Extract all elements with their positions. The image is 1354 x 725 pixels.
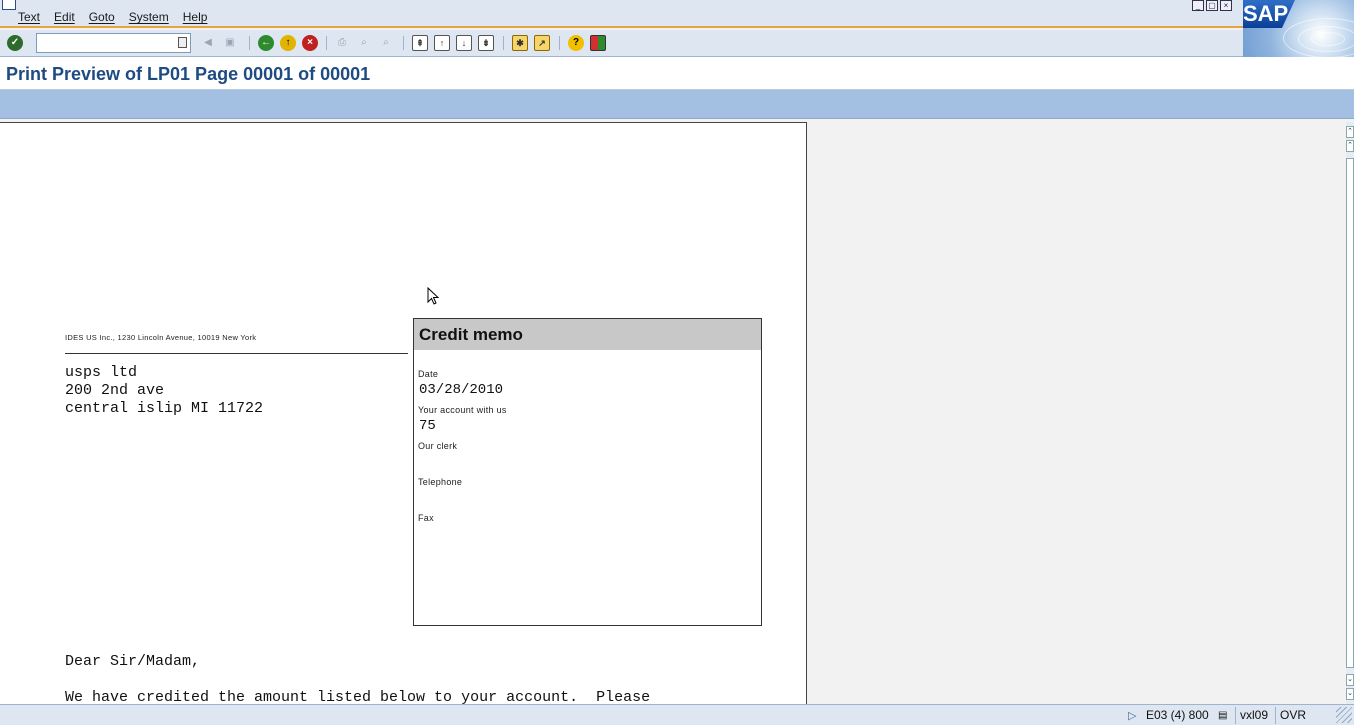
address-line-2: 200 2nd ave [65, 382, 165, 399]
first-page-icon[interactable]: ⇞ [412, 35, 428, 51]
minimize-icon[interactable]: _ [1192, 0, 1204, 11]
scroll-thumb[interactable] [1346, 158, 1354, 668]
sender-divider [65, 353, 408, 354]
menu: Text Edit Goto System Help [18, 10, 207, 24]
sap-logo-text: SAP [1243, 0, 1295, 28]
back-icon[interactable]: ← [258, 35, 274, 51]
address-line-3: central islip MI 11722 [65, 400, 264, 417]
menu-item-edit[interactable]: Edit [54, 10, 75, 24]
create-session-icon[interactable]: ✱ [512, 35, 528, 51]
enter-check-icon[interactable]: ✓ [7, 35, 23, 51]
app-menu-icon[interactable] [2, 0, 16, 10]
title-bar: Print Preview of LP01 Page 00001 of 0000… [0, 57, 1354, 90]
credit-memo-title: Credit memo [414, 319, 761, 350]
server-name: vxl09 [1235, 707, 1275, 724]
scroll-up-icon[interactable]: ⌃ [1346, 140, 1354, 152]
sender-line: IDES US Inc., 1230 Lincoln Avenue, 10019… [65, 333, 257, 342]
salutation: Dear Sir/Madam, [65, 653, 201, 670]
credit-memo-box: Credit memo Date 03/28/2010 Your account… [413, 318, 762, 626]
print-preview-page: IDES US Inc., 1230 Lincoln Avenue, 10019… [0, 122, 807, 704]
command-field[interactable] [36, 33, 191, 53]
system-toolbar: ✓ ◀ ▣ ← ↑ × ⎙ ⌕ ⌕ ⇞ ↑ ↓ ⇟ ✱ ↗ ? [0, 30, 1243, 57]
system-info[interactable]: E03 (4) 800 [1142, 707, 1214, 724]
scroll-down-icon[interactable]: ⌄ [1346, 674, 1354, 686]
telephone-label: Telephone [418, 477, 463, 487]
date-value: 03/28/2010 [419, 382, 504, 398]
previous-page-icon[interactable]: ↑ [434, 35, 450, 51]
system-info-list-icon[interactable]: ▤ [1214, 707, 1234, 724]
help-icon[interactable]: ? [568, 35, 584, 51]
address-line-1: usps ltd [65, 364, 138, 381]
window-controls: _ ▢ × [1192, 0, 1232, 11]
resize-grip[interactable] [1336, 707, 1352, 723]
scroll-bottom-icon[interactable]: ⌄ [1346, 688, 1354, 700]
page-title: Print Preview of LP01 Page 00001 of 0000… [6, 64, 371, 84]
menu-bar: Text Edit Goto System Help _ ▢ × [0, 0, 1354, 28]
save-icon[interactable]: ▣ [222, 35, 238, 51]
vertical-scrollbar[interactable]: ⌃ ⌃ ⌄ ⌄ [1346, 122, 1354, 704]
date-label: Date [418, 369, 439, 379]
command-history-icon[interactable] [178, 37, 187, 48]
preview-area: IDES US Inc., 1230 Lincoln Avenue, 10019… [0, 122, 1346, 704]
mouse-cursor-icon [427, 287, 440, 305]
close-icon[interactable]: × [1220, 0, 1232, 11]
fax-label: Fax [418, 513, 434, 523]
clerk-label: Our clerk [418, 441, 458, 451]
find-next-icon[interactable]: ⌕ [378, 35, 394, 51]
scroll-top-icon[interactable]: ⌃ [1346, 126, 1354, 138]
menu-item-system[interactable]: System [129, 10, 169, 24]
menu-item-help[interactable]: Help [183, 10, 208, 24]
find-icon[interactable]: ⌕ [356, 35, 372, 51]
menu-item-text[interactable]: Text [18, 10, 40, 24]
command-input[interactable] [37, 34, 175, 52]
print-icon[interactable]: ⎙ [334, 35, 350, 51]
status-bar: ▷ E03 (4) 800 ▤ vxl09 OVR [0, 704, 1354, 725]
insert-mode[interactable]: OVR [1275, 707, 1311, 724]
command-toggle-icon[interactable]: ◀ [200, 35, 216, 51]
layout-menu-icon[interactable] [590, 35, 606, 51]
application-toolbar [0, 90, 1354, 119]
exit-icon[interactable]: ↑ [280, 35, 296, 51]
last-page-icon[interactable]: ⇟ [478, 35, 494, 51]
body-line: We have credited the amount listed below… [65, 689, 651, 704]
next-page-icon[interactable]: ↓ [456, 35, 472, 51]
create-shortcut-icon[interactable]: ↗ [534, 35, 550, 51]
sap-logo: SAP [1243, 0, 1354, 57]
status-expand-icon[interactable]: ▷ [1128, 709, 1138, 722]
restore-icon[interactable]: ▢ [1206, 0, 1218, 11]
menu-item-goto[interactable]: Goto [89, 10, 115, 24]
account-value: 75 [419, 418, 436, 434]
account-label: Your account with us [418, 405, 507, 415]
cancel-icon[interactable]: × [302, 35, 318, 51]
